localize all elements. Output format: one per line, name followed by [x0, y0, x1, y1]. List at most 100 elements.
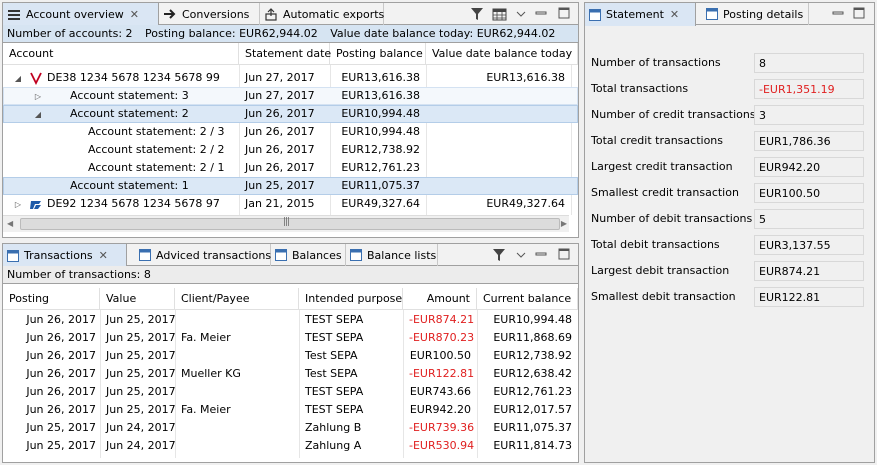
statistic-label: Number of transactions — [591, 56, 721, 69]
expand-icon[interactable]: ▷ — [33, 91, 43, 101]
transaction-row[interactable]: Jun 26, 2017 Jun 25, 2017 TEST SEPA EUR743.… — [3, 383, 578, 401]
tab-automatic-exports[interactable]: Automatic exports — [260, 3, 384, 25]
account-row[interactable]: ◢ DE38 1234 5678 1234 5678 99 Jun 27, 20… — [3, 69, 578, 87]
sub-statement-row[interactable]: Account statement: 2 / 2 Jun 26, 2017 EU… — [3, 141, 578, 159]
posting-balance: Posting balance: EUR62,944.02 — [145, 27, 318, 40]
statistic-value-field[interactable]: EUR874.21 — [754, 261, 864, 281]
statistic-value-field[interactable]: EUR942.20 — [754, 157, 864, 177]
sub-statement-row[interactable]: Account statement: 2 / 3 Jun 26, 2017 EU… — [3, 123, 578, 141]
tab-adviced-transactions[interactable]: Adviced transactions — [135, 244, 271, 266]
collapse-icon[interactable]: ◢ — [13, 73, 23, 83]
account-row[interactable]: ▷ DE92 1234 5678 1234 5678 97 Jan 21, 20… — [3, 195, 578, 213]
statistic-value-field[interactable]: EUR1,786.36 — [754, 131, 864, 151]
tab-statement[interactable]: Statement ✕ — [585, 3, 696, 26]
statistic-value-field[interactable]: EUR122.81 — [754, 287, 864, 307]
tab-posting-details[interactable]: Posting details — [702, 3, 809, 25]
view-icon — [139, 249, 151, 261]
column-header-value-date-balance[interactable]: Value date balance today — [426, 43, 578, 65]
scroll-left-icon[interactable]: ◀ — [7, 219, 13, 228]
statement-date: Jun 27, 2017 — [245, 71, 315, 84]
column-header-posting[interactable]: Posting — [3, 288, 100, 310]
column-header-amount[interactable]: Amount — [403, 288, 477, 310]
minimize-icon[interactable] — [534, 6, 548, 20]
transaction-row[interactable]: Jun 26, 2017 Jun 25, 2017 TEST SEPA -EUR874… — [3, 311, 578, 329]
amount-cell: -EUR122.81 — [409, 367, 475, 380]
minimize-icon[interactable] — [831, 6, 845, 20]
posting-date-cell: Jun 26, 2017 — [26, 403, 96, 416]
column-header-intended-purpose[interactable]: Intended purpose — [299, 288, 403, 310]
statement-row-selected[interactable]: ◢ Account statement: 2 Jun 26, 2017 EUR1… — [3, 105, 578, 123]
statistic-value-field[interactable]: EUR100.50 — [754, 183, 864, 203]
transactions-table-header: Posting Value Client/Payee Intended purp… — [3, 288, 578, 310]
transaction-row[interactable]: Jun 26, 2017 Jun 25, 2017 Test SEPA EUR100.… — [3, 347, 578, 365]
purpose-cell: Zahlung B — [305, 421, 362, 434]
maximize-icon[interactable] — [557, 247, 571, 261]
tab-balance-lists[interactable]: Balance lists — [346, 244, 438, 266]
purpose-cell: TEST SEPA — [305, 313, 364, 326]
column-header-statement-date[interactable]: Statement date — [239, 43, 331, 65]
export-icon — [264, 7, 278, 21]
statistic-label: Total debit transactions — [591, 238, 720, 251]
filter-icon[interactable] — [469, 6, 485, 22]
account-overview-tabbar: Account overview ✕ Conversions Automatic… — [3, 3, 578, 26]
statistic-value-field[interactable]: EUR3,137.55 — [754, 235, 864, 255]
close-icon[interactable]: ✕ — [99, 249, 108, 262]
view-icon — [350, 249, 362, 261]
posting-balance-cell: EUR12,738.92 — [341, 143, 420, 156]
dropdown-icon[interactable] — [513, 247, 529, 263]
filter-icon[interactable] — [491, 247, 507, 263]
tab-account-overview[interactable]: Account overview ✕ — [3, 3, 159, 26]
statement-label: Account statement: 2 / 2 — [88, 143, 225, 156]
horizontal-scrollbar[interactable]: ◀ ||| ▶ — [3, 215, 569, 232]
column-header-client-payee[interactable]: Client/Payee — [175, 288, 299, 310]
tab-conversions[interactable]: Conversions — [159, 3, 260, 25]
value-date-cell: Jun 24, 2017 — [106, 421, 175, 434]
scrollbar-thumb[interactable]: ||| — [20, 217, 560, 230]
statistic-row: Total transactions -EUR1,351.19 — [591, 79, 864, 99]
statistic-value-field[interactable]: -EUR1,351.19 — [754, 79, 864, 99]
transaction-row[interactable]: Jun 26, 2017 Jun 25, 2017 Fa. Meier TEST SE… — [3, 401, 578, 419]
value-date-balance: Value date balance today: EUR62,944.02 — [330, 27, 556, 40]
calendar-icon[interactable] — [491, 6, 507, 22]
statement-tabbar: Statement ✕ Posting details — [585, 3, 874, 26]
statistic-value-field[interactable]: 5 — [754, 209, 864, 229]
statement-row[interactable]: ▷ Account statement: 3 Jun 27, 2017 EUR1… — [3, 87, 578, 105]
payee-cell — [175, 383, 299, 401]
tab-transactions[interactable]: Transactions ✕ — [3, 244, 127, 267]
column-header-current-balance[interactable]: Current balance — [477, 288, 578, 310]
expand-icon[interactable]: ▷ — [13, 199, 23, 209]
sub-statement-row[interactable]: Account statement: 2 / 1 Jun 26, 2017 EU… — [3, 159, 578, 177]
statement-label: Account statement: 1 — [70, 179, 189, 192]
statistic-row: Number of transactions 8 — [591, 53, 864, 73]
column-header-posting-balance[interactable]: Posting balance — [330, 43, 426, 65]
statistic-value-field[interactable]: 8 — [754, 53, 864, 73]
bank-icon — [29, 71, 43, 88]
maximize-icon[interactable] — [852, 6, 866, 20]
transaction-row[interactable]: Jun 26, 2017 Jun 25, 2017 Mueller KG Test S… — [3, 365, 578, 383]
maximize-icon[interactable] — [557, 6, 571, 20]
close-icon[interactable]: ✕ — [670, 8, 679, 21]
scroll-right-icon[interactable]: ▶ — [561, 219, 567, 228]
transaction-row[interactable]: Jun 25, 2017 Jun 24, 2017 Zahlung A -EUR530… — [3, 437, 578, 455]
collapse-icon[interactable]: ◢ — [33, 109, 43, 119]
close-icon[interactable]: ✕ — [130, 8, 139, 21]
purpose-cell: Test SEPA — [305, 367, 358, 380]
transactions-tabbar: Transactions ✕ Adviced transactions Bala… — [3, 244, 578, 267]
value-balance-cell: EUR49,327.64 — [486, 197, 565, 210]
column-header-account[interactable]: Account — [3, 43, 239, 65]
statement-row[interactable]: Account statement: 1 Jun 25, 2017 EUR11,… — [3, 177, 578, 195]
purpose-cell: TEST SEPA — [305, 331, 364, 344]
column-header-value[interactable]: Value — [100, 288, 175, 310]
transaction-row[interactable]: Jun 26, 2017 Jun 25, 2017 Fa. Meier TEST SE… — [3, 329, 578, 347]
dropdown-icon[interactable] — [513, 6, 529, 22]
value-date-cell: Jun 25, 2017 — [106, 349, 175, 362]
transaction-row[interactable]: Jun 25, 2017 Jun 24, 2017 Zahlung B -EUR739… — [3, 419, 578, 437]
value-date-cell: Jun 25, 2017 — [106, 403, 175, 416]
current-balance-cell: EUR11,814.73 — [493, 439, 572, 452]
tab-balances[interactable]: Balances — [271, 244, 346, 266]
minimize-icon[interactable] — [534, 247, 548, 261]
posting-balance-cell: EUR49,327.64 — [341, 197, 420, 210]
value-date-cell: Jun 25, 2017 — [106, 331, 175, 344]
account-label: DE92 1234 5678 1234 5678 97 — [47, 197, 220, 210]
statistic-value-field[interactable]: 3 — [754, 105, 864, 125]
